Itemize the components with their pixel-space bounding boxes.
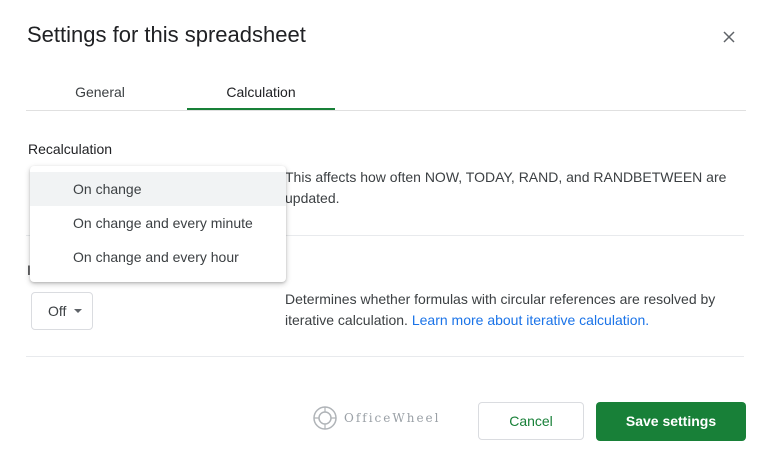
save-settings-button[interactable]: Save settings [596, 402, 746, 441]
menu-item-on-change[interactable]: On change [30, 172, 286, 206]
officewheel-logo-icon [313, 406, 337, 430]
close-button[interactable] [716, 24, 742, 50]
watermark: OfficeWheel [312, 405, 440, 431]
dialog-title: Settings for this spreadsheet [27, 22, 306, 47]
section-divider [26, 356, 744, 357]
recalculation-dropdown-menu: On change On change and every minute On … [30, 166, 286, 282]
recalculation-label: Recalculation [28, 141, 113, 157]
menu-item-every-minute[interactable]: On change and every minute [30, 206, 286, 240]
select-value: Off [48, 303, 67, 319]
iterative-description: Determines whether formulas with circula… [285, 289, 745, 331]
tab-general[interactable]: General [26, 76, 174, 109]
tab-calculation[interactable]: Calculation [187, 76, 335, 110]
recalculation-description: This affects how often NOW, TODAY, RAND,… [285, 169, 727, 206]
close-icon [723, 31, 735, 43]
settings-dialog: Settings for this spreadsheet General Ca… [0, 0, 768, 463]
menu-item-every-hour[interactable]: On change and every hour [30, 240, 286, 274]
watermark-text: OfficeWheel [344, 411, 441, 425]
tab-calculation-label: Calculation [226, 84, 296, 100]
tab-bar: General Calculation [26, 76, 746, 111]
cancel-button[interactable]: Cancel [478, 402, 584, 440]
learn-more-link[interactable]: Learn more about iterative calculation. [412, 312, 649, 328]
chevron-down-icon [74, 309, 83, 313]
tab-selected-indicator [187, 108, 335, 110]
iterative-calculation-select[interactable]: Off [31, 292, 93, 330]
